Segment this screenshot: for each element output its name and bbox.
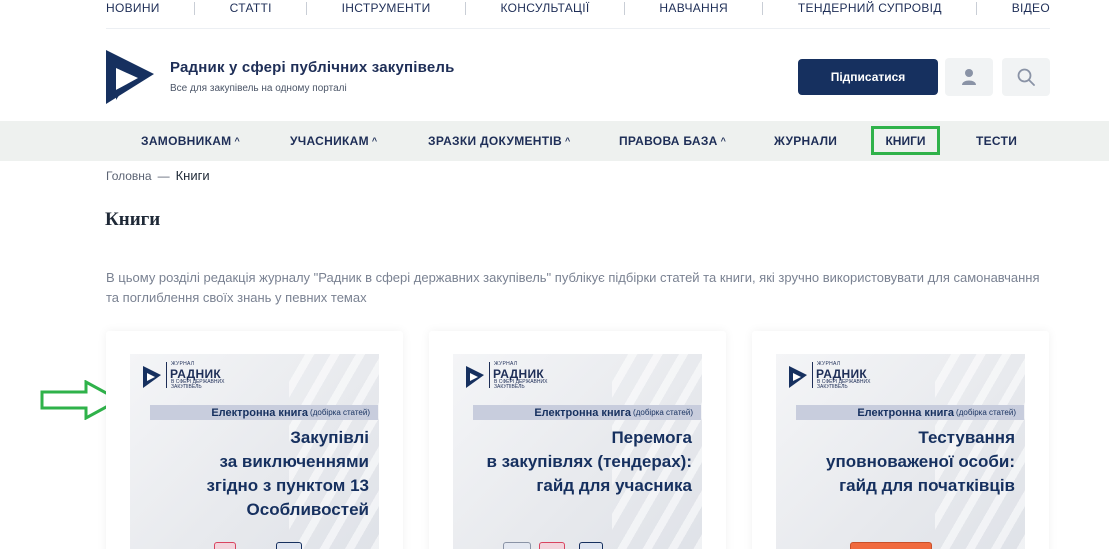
top-nav-item-articles[interactable]: СТАТТІ xyxy=(230,1,272,15)
breadcrumb-home[interactable]: Головна xyxy=(106,169,152,183)
book-card[interactable]: ЖУРНАЛ РАДНИК В СФЕРІ ДЕРЖАВНИХ ЗАКУПІВЕ… xyxy=(429,331,726,549)
nav-item-customers[interactable]: ЗАМОВНИКАМ ^ xyxy=(141,121,240,161)
nav-item-tests[interactable]: ТЕСТИ xyxy=(976,121,1017,161)
page-title: Книги xyxy=(105,209,161,230)
hand-icon xyxy=(503,542,531,549)
book-cover[interactable]: ЖУРНАЛ РАДНИК В СФЕРІ ДЕРЖАВНИХ ЗАКУПІВЕ… xyxy=(776,354,1025,549)
brand-title[interactable]: Радник у сфері публічних закупівель xyxy=(170,59,455,76)
ebook-band: Електронна книга (добірка статей) xyxy=(473,405,701,420)
divider xyxy=(623,1,625,15)
nav-item-document-templates[interactable]: ЗРАЗКИ ДОКУМЕНТІВ ^ xyxy=(428,121,571,161)
breadcrumb-current: Книги xyxy=(175,168,210,183)
clipboard-icon xyxy=(850,542,932,549)
divider xyxy=(194,1,196,15)
cover-logo-icon xyxy=(789,366,807,388)
divider xyxy=(465,1,467,15)
breadcrumb-separator: — xyxy=(157,168,170,183)
top-nav-item-consultations[interactable]: КОНСУЛЬТАЦІЇ xyxy=(501,1,590,15)
cover-logo-icon xyxy=(466,366,484,388)
intro-text: В цьому розділі редакція журналу "Радник… xyxy=(106,270,1040,305)
search-icon xyxy=(1017,68,1035,86)
book-cover[interactable]: ЖУРНАЛ РАДНИК В СФЕРІ ДЕРЖАВНИХ ЗАКУПІВЕ… xyxy=(453,354,702,549)
top-nav-item-news[interactable]: НОВИНИ xyxy=(106,1,160,15)
document-icon xyxy=(214,542,236,549)
header-divider xyxy=(106,28,1050,29)
divider xyxy=(976,1,978,15)
brand-subtitle: Все для закупівель на одному порталі xyxy=(170,83,347,94)
subscribe-button[interactable]: Підписатися xyxy=(798,59,938,95)
ebook-band: Електронна книга (добірка статей) xyxy=(796,405,1024,420)
top-nav: НОВИНИ СТАТТІ ІНСТРУМЕНТИ КОНСУЛЬТАЦІЇ Н… xyxy=(106,0,1050,16)
book-card[interactable]: ЖУРНАЛ РАДНИК В СФЕРІ ДЕРЖАВНИХ ЗАКУПІВЕ… xyxy=(106,331,403,549)
book-card[interactable]: ЖУРНАЛ РАДНИК В СФЕРІ ДЕРЖАВНИХ ЗАКУПІВЕ… xyxy=(752,331,1049,549)
top-nav-item-tender-support[interactable]: ТЕНДЕРНИЙ СУПРОВІД xyxy=(798,1,942,15)
nav-item-participants[interactable]: УЧАСНИКАМ ^ xyxy=(290,121,377,161)
user-icon xyxy=(962,69,976,85)
calendar-icon xyxy=(539,542,565,549)
chevron-up-icon: ^ xyxy=(565,136,571,146)
user-button[interactable] xyxy=(945,58,993,96)
chevron-up-icon: ^ xyxy=(720,136,727,146)
divider xyxy=(762,1,764,15)
ebook-band: Електронна книга (добірка статей) xyxy=(150,405,378,420)
briefcase-icon xyxy=(276,542,302,549)
clipboard-icon xyxy=(579,542,603,549)
nav-item-books[interactable]: КНИГИ xyxy=(871,126,940,155)
search-button[interactable] xyxy=(1002,58,1050,96)
cover-logo-icon xyxy=(143,366,161,388)
divider xyxy=(306,1,308,15)
book-cover[interactable]: ЖУРНАЛ РАДНИК В СФЕРІ ДЕРЖАВНИХ ЗАКУПІВЕ… xyxy=(130,354,379,549)
book-title: Тестування уповноваженої особи: гайд для… xyxy=(826,428,1015,495)
main-nav: ЗАМОВНИКАМ ^ УЧАСНИКАМ ^ ЗРАЗКИ ДОКУМЕНТІВ… xyxy=(0,121,1109,161)
book-title: Закупівлі за виключеннями згідно з пункт… xyxy=(206,428,369,519)
top-nav-item-training[interactable]: НАВЧАННЯ xyxy=(659,1,728,15)
chevron-up-icon: ^ xyxy=(234,136,241,146)
site-logo[interactable] xyxy=(104,48,156,106)
chevron-up-icon: ^ xyxy=(371,136,378,146)
top-nav-item-tools[interactable]: ІНСТРУМЕНТИ xyxy=(342,1,431,15)
book-title: Перемога в закупівлях (тендерах): гайд д… xyxy=(486,428,692,495)
top-nav-item-video[interactable]: ВІДЕО xyxy=(1012,1,1050,15)
nav-item-journals[interactable]: ЖУРНАЛИ xyxy=(774,121,837,161)
nav-item-legal-base[interactable]: ПРАВОВА БАЗА ^ xyxy=(619,121,726,161)
breadcrumb: Головна — Книги xyxy=(106,168,210,183)
